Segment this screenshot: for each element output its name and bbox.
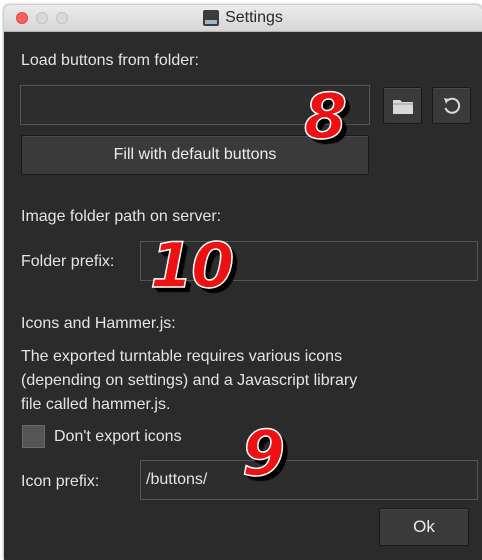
title-wrap: Settings: [4, 5, 482, 31]
settings-window: Settings Load buttons from folder: Fill …: [4, 5, 482, 560]
image-folder-path-label: Image folder path on server:: [21, 208, 222, 225]
window-title: Settings: [225, 9, 283, 26]
app-icon: [203, 10, 220, 26]
dont-export-icons-checkbox[interactable]: [22, 425, 45, 448]
folder-icon: [392, 99, 413, 114]
dont-export-icons-label[interactable]: Don't export icons: [54, 428, 182, 446]
annotation-marker-9: 9: [241, 417, 286, 490]
description-line-2: (depending on settings) and a Javascript…: [21, 372, 358, 389]
load-buttons-label: Load buttons from folder:: [21, 52, 199, 69]
description-line-3: file called hammer.js.: [21, 396, 171, 413]
icon-prefix-input[interactable]: /buttons/: [140, 460, 478, 500]
description-line-1: The exported turntable requires various …: [21, 348, 343, 365]
reload-button[interactable]: [432, 87, 471, 124]
browse-folder-button[interactable]: [383, 87, 422, 124]
ok-button[interactable]: Ok: [379, 508, 469, 546]
icons-section-heading: Icons and Hammer.js:: [21, 315, 176, 332]
annotation-marker-8: 8: [303, 80, 348, 153]
annotation-marker-10: 10: [149, 229, 235, 302]
reload-icon: [443, 97, 460, 114]
folder-prefix-label: Folder prefix:: [21, 253, 115, 270]
icon-prefix-label: Icon prefix:: [21, 473, 100, 490]
title-bar[interactable]: Settings: [4, 5, 482, 32]
